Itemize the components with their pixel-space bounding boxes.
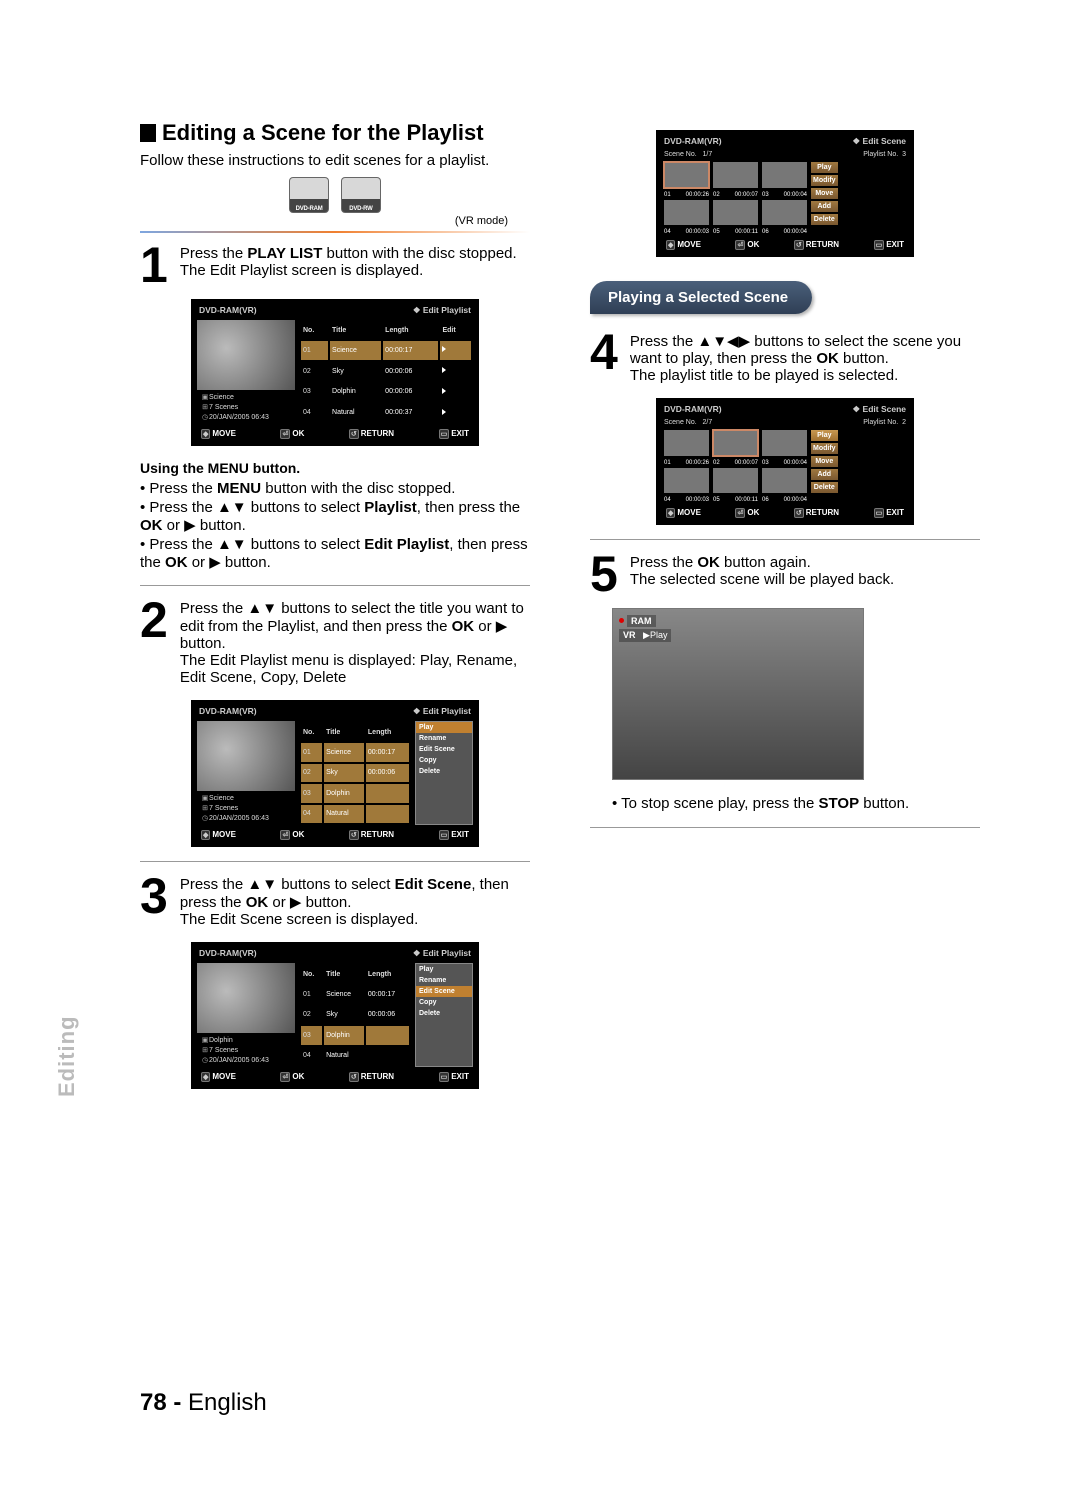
menu-subhead: Using the MENU button. (140, 460, 530, 476)
step-body: Press the PLAY LIST button with the disc… (180, 245, 530, 279)
step-body: Press the ▲▼ buttons to select the title… (180, 600, 530, 686)
preview-meta: ▣Science ⊞7 Scenes ◷20/JAN/2005 06:43 (197, 390, 295, 424)
ui-header-right: Edit Playlist (423, 305, 471, 315)
step-3: 3 Press the ▲▼ buttons to select Edit Sc… (140, 876, 530, 928)
edit-scene-screen-2: DVD-RAM(VR)❖ Edit Scene Scene No. 2/7Pla… (656, 398, 914, 525)
dvd-ram-icon: DVD-RAM (289, 177, 329, 213)
divider (590, 539, 980, 540)
intro-text: Follow these instructions to edit scenes… (140, 152, 530, 169)
scene-buttons: Play Modify Move Add Delete (811, 162, 838, 225)
step-body: Press the ▲▼ buttons to select Edit Scen… (180, 876, 530, 928)
step-5: 5 Press the OK button again. The selecte… (590, 554, 980, 594)
step-body: Press the ▲▼◀▶ buttons to select the sce… (630, 332, 980, 384)
edit-playlist-screen-3: DVD-RAM(VR)❖ Edit Playlist ▣Dolphin ⊞7 S… (191, 942, 479, 1089)
dvd-rw-icon: DVD-RW (341, 177, 381, 213)
subsection-pill: Playing a Selected Scene (590, 281, 812, 314)
edit-playlist-screen-2: DVD-RAM(VR)❖ Edit Playlist ▣Science ⊞7 S… (191, 700, 479, 847)
playlist-table: No.TitleLength 01Science00:00:17 02Sky00… (299, 721, 411, 825)
disc-icons: DVD-RAM DVD-RW (140, 177, 530, 213)
edit-scene-screen-1: DVD-RAM(VR)❖ Edit Scene Scene No. 1/7Pla… (656, 130, 914, 257)
divider-gradient (140, 231, 530, 233)
edit-playlist-screen-1: DVD-RAM(VR)❖ Edit Playlist ▣Science ⊞7 S… (191, 299, 479, 446)
step-number: 4 (590, 332, 618, 372)
title-text: Editing a Scene for the Playlist (162, 120, 484, 145)
page-footer: 78 - English (140, 1389, 267, 1417)
stop-note: • To stop scene play, press the STOP but… (612, 795, 980, 812)
title-square-icon (140, 124, 156, 142)
step-body: Press the OK button again. The selected … (630, 554, 980, 588)
preview-thumb (197, 721, 295, 791)
page-language: English (188, 1389, 267, 1416)
menu-bullets: • Press the MENU button with the disc st… (140, 480, 530, 571)
ui-header-left: DVD-RAM(VR) (199, 305, 257, 316)
step-2: 2 Press the ▲▼ buttons to select the tit… (140, 600, 530, 686)
step-number: 5 (590, 554, 618, 594)
vr-mode-label: (VR mode) (140, 215, 530, 227)
divider (140, 861, 530, 862)
playlist-table: No.TitleLengthEdit 01Science00:00:17 02S… (299, 320, 473, 424)
page-number: 78 - (140, 1389, 181, 1416)
preview-thumb (197, 963, 295, 1033)
section-title: Editing a Scene for the Playlist (140, 120, 530, 146)
step-number: 2 (140, 600, 168, 640)
rec-dot-icon (619, 618, 624, 623)
ui-footer: ◆MOVE ⏎OK ↺RETURN ▭EXIT (195, 426, 475, 442)
step-number: 1 (140, 245, 168, 285)
sidebar-tab-label: Editing (54, 1015, 80, 1097)
step-number: 3 (140, 876, 168, 916)
divider (590, 827, 980, 828)
step-4: 4 Press the ▲▼◀▶ buttons to select the s… (590, 332, 980, 384)
divider (140, 585, 530, 586)
playback-preview: RAM VR ▶Play (612, 608, 864, 780)
edit-submenu: Play Rename Edit Scene Copy Delete (415, 721, 473, 825)
preview-thumb (197, 320, 295, 390)
step-1: 1 Press the PLAY LIST button with the di… (140, 245, 530, 285)
